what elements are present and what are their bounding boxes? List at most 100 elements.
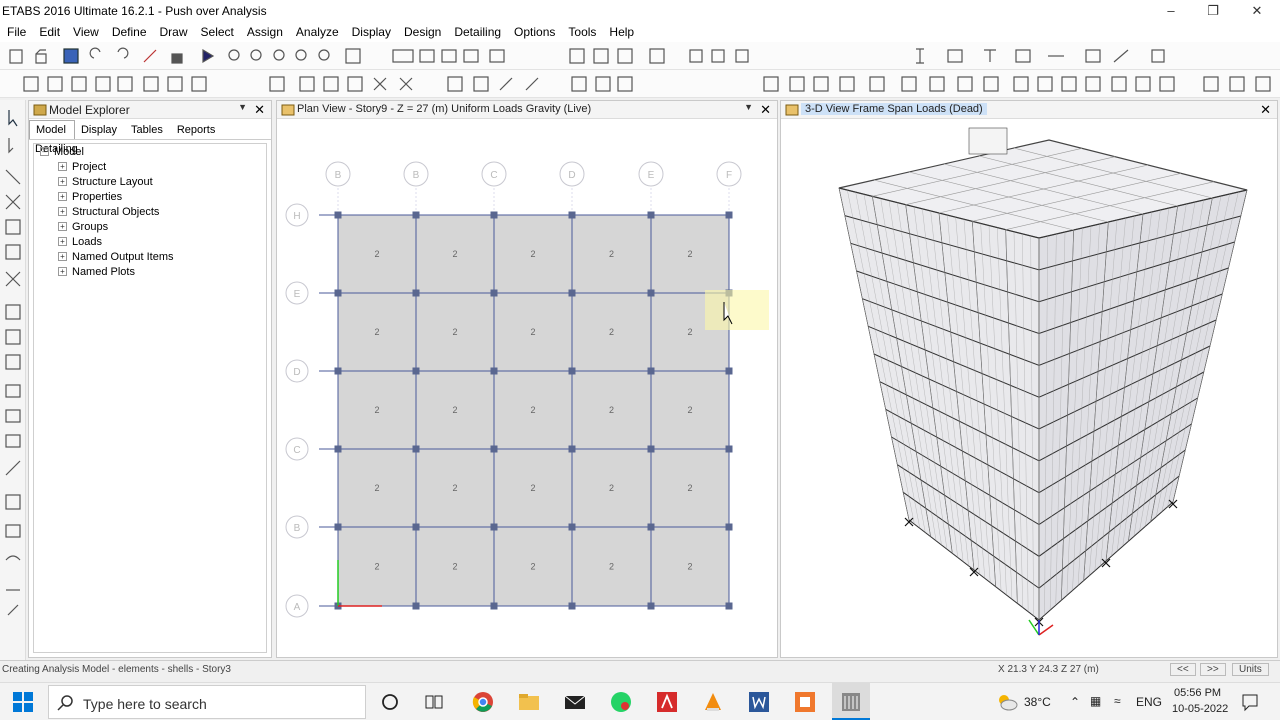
draw-line-icon	[5, 169, 21, 185]
wifi-icon[interactable]: ≈	[1114, 694, 1121, 708]
menu-detailing[interactable]: Detailing	[447, 22, 507, 39]
taskbar-search-input[interactable]: Type here to search	[48, 685, 366, 719]
expand-icon[interactable]: +	[58, 192, 67, 201]
x-axis-arrow	[1038, 624, 1054, 636]
joint-point	[490, 523, 498, 531]
coordinate-readout: X 21.3 Y 24.3 Z 27 (m)	[998, 664, 1099, 675]
task-view-icon[interactable]	[424, 692, 444, 712]
expand-icon[interactable]: +	[58, 237, 67, 246]
tree-label: Named Plots	[72, 266, 135, 278]
chevron-down-icon[interactable]: ▼	[238, 102, 247, 112]
expand-icon[interactable]: +	[58, 207, 67, 216]
tree-label: Named Output Items	[72, 251, 174, 263]
detailing-icon	[1159, 76, 1175, 92]
tray-chevron-icon[interactable]: ⌃	[1070, 695, 1080, 709]
language-indicator[interactable]: ENG	[1136, 695, 1162, 709]
cortana-icon[interactable]	[380, 692, 400, 712]
menu-help[interactable]: Help	[602, 22, 640, 39]
menu-edit[interactable]: Edit	[32, 22, 66, 39]
tab-reports[interactable]: Reports	[171, 121, 224, 140]
view-3d-icon	[785, 104, 799, 116]
shell-load-label: 2	[452, 562, 457, 572]
windows-start-icon[interactable]	[12, 691, 34, 713]
tree-item-properties[interactable]: + Properties	[58, 191, 122, 205]
menu-tools[interactable]: Tools	[561, 22, 602, 39]
weather-icon[interactable]	[996, 692, 1018, 712]
expand-icon[interactable]: +	[58, 222, 67, 231]
file-explorer-icon[interactable]	[518, 691, 540, 713]
joint-point	[490, 367, 498, 375]
draw-column-icon	[117, 76, 133, 92]
main-toolbar-icons[interactable]	[0, 42, 1280, 70]
expand-icon[interactable]: +	[58, 252, 67, 261]
chrome-icon[interactable]	[472, 691, 494, 713]
draw-toolbar-icons[interactable]	[0, 70, 1280, 98]
joint-point	[647, 211, 655, 219]
left-tool-icons[interactable]	[0, 100, 26, 660]
close-icon[interactable]: ✕	[254, 102, 265, 118]
draw-tendon-icon	[5, 555, 21, 561]
whatsapp-icon[interactable]	[610, 691, 632, 713]
expand-icon[interactable]: +	[58, 162, 67, 171]
close-icon[interactable]: ✕	[760, 102, 771, 118]
network-icon[interactable]: ▦	[1090, 694, 1101, 708]
plan-view-canvas[interactable]: 2 2 2 2 2 2 2 2 2 2 2 2 2 2 2 2 2 2 2 2 2 2 2 2 2 B B C D E F H E D C B A	[277, 120, 777, 658]
etabs-icon	[842, 693, 860, 711]
shell-load-label: 2	[687, 327, 692, 337]
close-icon[interactable]: ✕	[1236, 0, 1278, 22]
tree-item-structural-objects[interactable]: + Structural Objects	[58, 206, 159, 220]
reshape-icon	[8, 138, 14, 154]
clock-date[interactable]: 10-05-2022	[1172, 703, 1228, 715]
chevron-down-icon[interactable]: ▼	[744, 102, 753, 112]
pointer-icon	[8, 110, 18, 127]
tree-item-named-output-items[interactable]: + Named Output Items	[58, 251, 174, 265]
app-orange-icon[interactable]	[794, 691, 816, 713]
notification-icon[interactable]	[1240, 692, 1260, 712]
expand-icon[interactable]: +	[58, 177, 67, 186]
etabs-taskbar-button[interactable]	[832, 683, 870, 720]
assign-restraint-icon	[347, 76, 363, 92]
acrobat-icon[interactable]	[656, 691, 678, 713]
tab-model[interactable]: Model	[29, 120, 75, 139]
units-button[interactable]: Units	[1232, 663, 1269, 676]
menu-draw[interactable]: Draw	[153, 22, 194, 39]
tree-item-loads[interactable]: + Loads	[58, 236, 102, 250]
load-icon	[571, 76, 587, 92]
tab-tables[interactable]: Tables	[125, 121, 171, 140]
menu-view[interactable]: View	[66, 22, 105, 39]
tree-item-named-plots[interactable]: + Named Plots	[58, 266, 135, 280]
minimize-icon[interactable]: –	[1150, 0, 1192, 22]
menu-file[interactable]: File	[0, 22, 32, 39]
plan-view-title: Plan View - Story9 - Z = 27 (m) Uniform …	[297, 103, 592, 115]
pier-icon	[473, 76, 489, 92]
view-3d-canvas[interactable]	[781, 120, 1277, 658]
collapse-icon[interactable]: –	[40, 147, 49, 156]
tree-item-model[interactable]: – Model	[40, 146, 84, 160]
scroll-left-button[interactable]: <<	[1170, 663, 1196, 676]
menu-select[interactable]: Select	[194, 22, 240, 39]
clock-time[interactable]: 05:56 PM	[1174, 687, 1221, 699]
menu-analyze[interactable]: Analyze	[289, 22, 345, 39]
menu-display[interactable]: Display	[345, 22, 397, 39]
scroll-right-button[interactable]: >>	[1200, 663, 1226, 676]
menu-options[interactable]: Options	[507, 22, 561, 39]
close-icon[interactable]: ✕	[1260, 102, 1271, 118]
vlc-icon[interactable]	[702, 691, 724, 713]
mail-icon[interactable]	[564, 691, 586, 713]
draw-joint-icon	[23, 76, 39, 92]
menu-assign[interactable]: Assign	[240, 22, 289, 39]
draw-grid-icon	[5, 494, 21, 510]
energy-icon	[901, 76, 917, 92]
composite-design-icon	[1061, 76, 1077, 92]
tab-display[interactable]: Display	[75, 121, 125, 140]
drawing-icon	[1203, 76, 1219, 92]
tree-item-structure-layout[interactable]: + Structure Layout	[58, 176, 153, 190]
expand-icon[interactable]: +	[58, 267, 67, 276]
tree-item-project[interactable]: + Project	[58, 161, 106, 175]
draw-brace-icon	[95, 76, 111, 92]
restore-icon[interactable]: ❐	[1192, 0, 1234, 22]
word-icon[interactable]	[748, 691, 770, 713]
menu-design[interactable]: Design	[397, 22, 447, 39]
menu-define[interactable]: Define	[105, 22, 153, 39]
tree-item-groups[interactable]: + Groups	[58, 221, 108, 235]
